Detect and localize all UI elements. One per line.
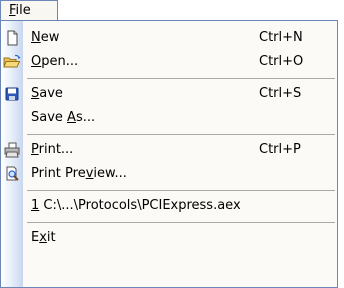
menu-item-print-label: Print... xyxy=(31,138,73,162)
label-mnemonic: N xyxy=(31,30,41,45)
label-rest: rint... xyxy=(38,142,74,157)
menu-separator xyxy=(27,222,335,223)
menu-item-print-shortcut: Ctrl+P xyxy=(259,142,301,157)
printer-icon xyxy=(4,142,20,158)
file-menu-title[interactable]: File xyxy=(0,0,58,20)
open-folder-icon xyxy=(3,54,21,68)
label-rest: s... xyxy=(75,110,96,125)
label-mnemonic: x xyxy=(39,230,47,245)
file-menu-title-rest: ile xyxy=(15,3,31,18)
menu-item-new-label: New xyxy=(31,26,59,50)
label-pre: E xyxy=(31,230,40,245)
label-pre: Print Pre xyxy=(31,166,86,181)
file-dropdown-menu: New Ctrl+N Open... Ctrl+O Save Ctrl+S Sa… xyxy=(0,20,338,288)
print-preview-icon xyxy=(6,166,19,181)
label-mnemonic: O xyxy=(31,54,42,69)
label-rest: ew xyxy=(40,30,60,45)
label-pre: Save xyxy=(31,110,68,125)
menu-item-print[interactable]: Print... Ctrl+P xyxy=(1,138,337,162)
label-rest: iew... xyxy=(93,166,127,181)
menu-item-open[interactable]: Open... Ctrl+O xyxy=(1,50,337,74)
menu-item-open-label: Open... xyxy=(31,50,78,74)
menu-separator xyxy=(27,190,335,191)
menu-item-save-shortcut: Ctrl+S xyxy=(259,86,302,101)
menu-item-save[interactable]: Save Ctrl+S xyxy=(1,82,337,106)
label-mnemonic: P xyxy=(31,142,39,157)
menu-separator xyxy=(27,78,335,79)
menu-item-new-shortcut: Ctrl+N xyxy=(259,30,303,45)
label-rest: it xyxy=(46,230,56,245)
menu-separator xyxy=(27,134,335,135)
label-rest: C:\...\Protocols\PCIExpress.aex xyxy=(39,198,241,213)
menu-item-new[interactable]: New Ctrl+N xyxy=(1,26,337,50)
menu-item-save-as[interactable]: Save As... xyxy=(1,106,337,130)
menu-item-print-preview-label: Print Preview... xyxy=(31,162,127,186)
menu-item-recent-file-1-label: 1 C:\...\Protocols\PCIExpress.aex xyxy=(31,194,241,218)
menu-item-exit[interactable]: Exit xyxy=(1,226,337,250)
menu-bar: File xyxy=(0,0,344,20)
label-rest: ave xyxy=(39,86,63,101)
label-rest: pen... xyxy=(41,54,79,69)
menu-item-open-shortcut: Ctrl+O xyxy=(259,54,304,69)
new-document-icon xyxy=(7,30,18,46)
menu-item-save-label: Save xyxy=(31,82,63,106)
menu-item-exit-label: Exit xyxy=(31,226,56,250)
menu-item-save-as-label: Save As... xyxy=(31,106,95,130)
menu-item-recent-file-1[interactable]: 1 C:\...\Protocols\PCIExpress.aex xyxy=(1,194,337,218)
save-disk-icon xyxy=(5,87,19,101)
label-mnemonic: A xyxy=(67,110,76,125)
menu-item-print-preview[interactable]: Print Preview... xyxy=(1,162,337,186)
